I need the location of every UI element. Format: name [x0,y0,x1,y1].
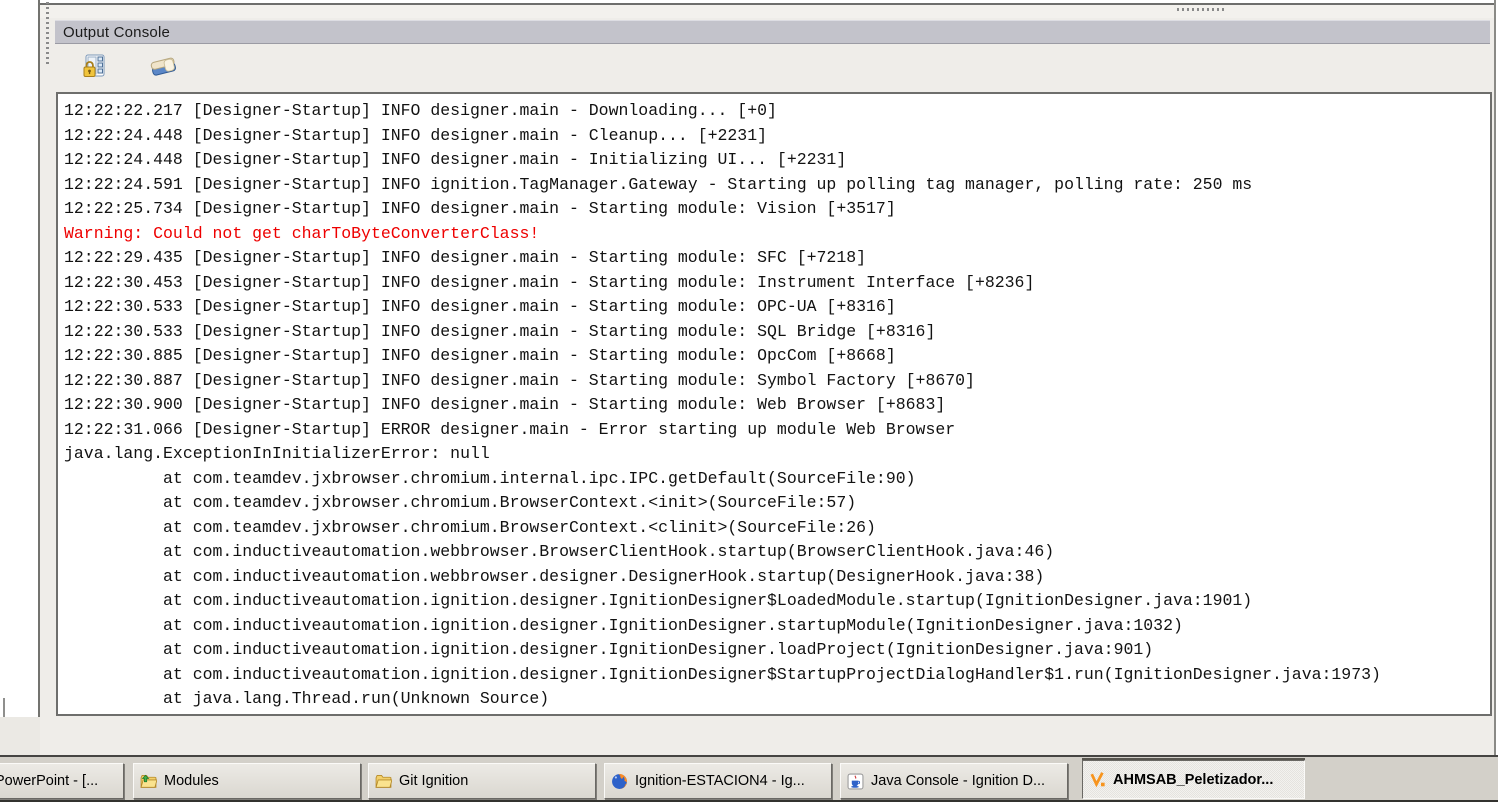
console-log-line: 12:22:30.533 [Designer-Startup] INFO des… [64,321,936,341]
console-log-line: 12:22:30.533 [Designer-Startup] INFO des… [64,297,896,316]
console-log-line: at com.inductiveautomation.ignition.desi… [64,640,1154,659]
console-log-line: at com.inductiveautomation.webbrowser.Br… [64,542,1055,561]
console-log-line: 12:22:30.885 [Designer-Startup] INFO des… [64,346,896,365]
firefox-icon [611,773,628,790]
console-log-line: at com.inductiveautomation.ignition.desi… [64,664,1381,684]
clear-console-button[interactable] [147,51,181,85]
ignition-icon [1089,771,1106,788]
taskbar-button-label: Git Ignition [399,773,469,789]
panel-title: Output Console [63,23,171,41]
console-log-line: java.lang.ExceptionInInitializerError: n… [64,444,490,463]
console-log-line: at com.inductiveautomation.ignition.desi… [64,591,1253,610]
console-log-line: at com.inductiveautomation.ignition.desi… [64,615,1183,635]
console-log-line: 12:22:30.453 [Designer-Startup] INFO des… [64,272,1035,292]
console-output[interactable]: 12:22:22.217 [Designer-Startup] INFO des… [56,92,1492,716]
taskbar: PowerPoint - [... Modules Git Ignition Igni… [0,755,1498,802]
panel-title-bar[interactable]: Output Console [55,20,1490,44]
clear-console-icon [149,54,179,83]
folder-icon [375,773,393,790]
taskbar-button-modules[interactable]: Modules [133,763,361,799]
taskbar-button-ahmsab-peletizador[interactable]: AHMSAB_Peletizador... [1082,760,1305,799]
console-toolbar [55,46,1490,90]
dock-top-strip [40,0,1494,18]
console-warning-line: Warning: Could not get charToByteConvert… [64,223,540,243]
console-log-line: 12:22:25.734 [Designer-Startup] INFO des… [64,199,896,218]
taskbar-button-java-console-ignition-d[interactable]: Java Console - Ignition D... [840,763,1068,799]
console-log-line: at java.lang.Thread.run(Unknown Source) [64,689,550,708]
dock-drag-handle[interactable] [1177,8,1227,11]
console-log-line: at com.teamdev.jxbrowser.chromium.Browse… [64,493,857,512]
console-log-line: 12:22:29.435 [Designer-Startup] INFO des… [64,248,867,267]
taskbar-button-label: Ignition-ESTACION4 - Ig... [635,773,805,789]
console-log-line: 12:22:22.217 [Designer-Startup] INFO des… [64,101,777,120]
output-console-panel: Output Console 12:22:22.217 [Designer-St… [38,0,1496,755]
folder-up-icon [140,773,158,790]
taskbar-button-label: Modules [164,773,219,789]
console-log-line: 12:22:24.448 [Designer-Startup] INFO des… [64,125,768,145]
console-log-line: 12:22:24.448 [Designer-Startup] INFO des… [64,150,847,169]
taskbar-button-label: AHMSAB_Peletizador... [1113,771,1274,788]
console-log-line: at com.teamdev.jxbrowser.chromium.Browse… [64,517,876,537]
taskbar-button-ignition-estacion4-ig[interactable]: Ignition-ESTACION4 - Ig... [604,763,832,799]
lock-scroll-icon [81,53,108,83]
console-log-line: 12:22:30.900 [Designer-Startup] INFO des… [64,395,946,414]
taskbar-button-powerpoint[interactable]: PowerPoint - [... [0,763,124,799]
console-log-line: at com.inductiveautomation.webbrowser.de… [64,566,1045,586]
status-band [0,717,40,755]
background-window-edge [3,698,5,717]
panel-drag-handle[interactable] [46,2,49,66]
lock-scroll-button[interactable] [77,51,111,85]
taskbar-button-label: Java Console - Ignition D... [871,773,1046,789]
console-log-line: 12:22:24.591 [Designer-Startup] INFO ign… [64,174,1253,194]
taskbar-button-label: PowerPoint - [... [0,773,99,789]
console-log-line: 12:22:31.066 [Designer-Startup] ERROR de… [64,419,956,439]
taskbar-button-git-ignition[interactable]: Git Ignition [368,763,596,799]
console-log-line: 12:22:30.887 [Designer-Startup] INFO des… [64,370,975,390]
console-log-line: at com.teamdev.jxbrowser.chromium.intern… [64,468,916,488]
java-icon [847,773,864,790]
